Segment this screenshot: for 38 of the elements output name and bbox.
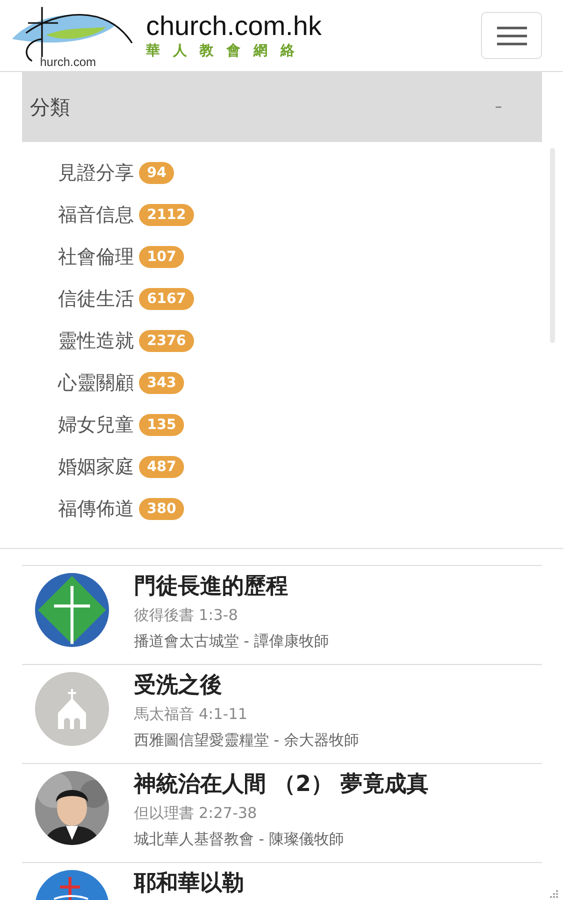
category-link[interactable]: 心靈關顧 <box>58 370 134 396</box>
count-badge: 107 <box>139 246 184 268</box>
site-subtitle: 華 人 教 會 網 絡 <box>146 42 300 60</box>
sermon-title[interactable]: 受洗之後 <box>134 671 359 701</box>
site-name: church.com.hk <box>146 10 322 40</box>
count-badge: 2112 <box>139 204 194 226</box>
category-link[interactable]: 婚姻家庭 <box>58 454 134 480</box>
count-badge: 6167 <box>139 288 194 310</box>
scripture-reference: 彼得後書 1:3-8 <box>134 605 239 626</box>
collapse-toggle[interactable]: – <box>495 99 502 115</box>
sermon-title[interactable]: 神統治在人間 （2） 夢竟成真 <box>134 770 429 800</box>
category-header[interactable]: 分類 – <box>22 72 542 142</box>
resize-grip-icon <box>549 889 559 899</box>
count-badge: 487 <box>139 456 184 478</box>
logo-caption: hurch.com <box>40 54 96 68</box>
chapel-icon <box>34 671 110 747</box>
count-badge: 343 <box>139 372 184 394</box>
cross-logo-icon <box>34 572 110 648</box>
count-badge: 135 <box>139 414 184 436</box>
count-badge: 2376 <box>139 330 194 352</box>
category-link[interactable]: 靈性造就 <box>58 328 134 354</box>
scripture-reference: 但以理書 2:27-38 <box>134 803 258 824</box>
church-speaker: 播道會太古城堂 - 譚偉康牧師 <box>134 631 329 652</box>
church-speaker: 西雅圖信望愛靈糧堂 - 余大器牧師 <box>134 730 359 751</box>
category-link[interactable]: 福傳佈道 <box>58 496 134 522</box>
menu-button[interactable] <box>481 12 542 59</box>
sermon-title[interactable]: 耶和華以勒 <box>134 869 244 899</box>
menu-icon <box>496 26 526 46</box>
count-badge: 94 <box>139 162 174 184</box>
count-badge: 380 <box>139 498 184 520</box>
church-speaker: 城北華人基督教會 - 陳璨儀牧師 <box>134 829 345 850</box>
category-link[interactable]: 見證分享 <box>58 160 134 186</box>
sermon-title[interactable]: 門徒長進的歷程 <box>134 572 329 602</box>
category-link[interactable]: 信徒生活 <box>58 286 134 312</box>
category-link[interactable]: 福音信息 <box>58 202 134 228</box>
scripture-reference: 馬太福音 4:1-11 <box>134 704 248 725</box>
category-link[interactable]: 社會倫理 <box>58 244 134 270</box>
category-link[interactable]: 婦女兒童 <box>58 412 134 438</box>
